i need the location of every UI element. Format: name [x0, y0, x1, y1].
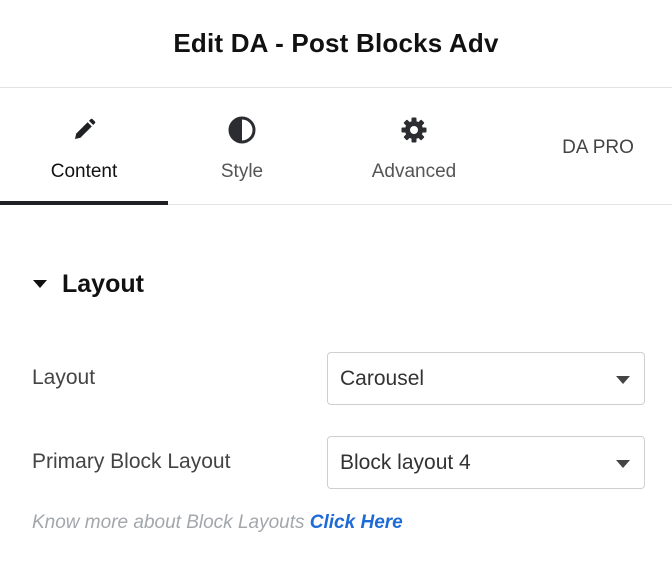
- tab-style-label: Style: [220, 161, 264, 182]
- primary-block-layout-select-value: Block layout 4: [340, 450, 471, 474]
- tab-content[interactable]: Content: [0, 89, 168, 205]
- tab-da-pro-label: DA PRO: [562, 137, 634, 158]
- help-text: Know more about Block Layouts Click Here: [32, 512, 403, 534]
- tab-advanced-label: Advanced: [371, 161, 457, 182]
- tab-advanced[interactable]: Advanced: [316, 89, 512, 205]
- panel-header: Edit DA - Post Blocks Adv: [0, 0, 672, 88]
- section-layout-toggle[interactable]: Layout: [32, 266, 144, 302]
- primary-block-layout-label: Primary Block Layout: [32, 450, 231, 473]
- panel-title: Edit DA - Post Blocks Adv: [173, 28, 499, 58]
- click-here-link[interactable]: Click Here: [310, 512, 403, 533]
- layout-select-value: Carousel: [340, 366, 425, 390]
- half-circle-icon: [227, 115, 257, 145]
- tab-content-label: Content: [50, 161, 118, 182]
- pencil-icon: [69, 115, 99, 145]
- gear-icon: [399, 115, 429, 145]
- caret-down-icon: [32, 274, 52, 294]
- tab-da-pro[interactable]: DA PRO: [512, 89, 672, 205]
- layout-label: Layout: [32, 366, 96, 389]
- section-title: Layout: [62, 269, 144, 298]
- help-text-body: Know more about Block Layouts: [32, 512, 305, 533]
- layout-select[interactable]: Carousel: [327, 352, 645, 405]
- tab-style[interactable]: Style: [168, 89, 316, 205]
- chevron-down-icon: [615, 373, 631, 385]
- tab-bar: Content Style Advanced DA PRO: [0, 89, 672, 205]
- primary-block-layout-select[interactable]: Block layout 4: [327, 436, 645, 489]
- chevron-down-icon: [615, 457, 631, 469]
